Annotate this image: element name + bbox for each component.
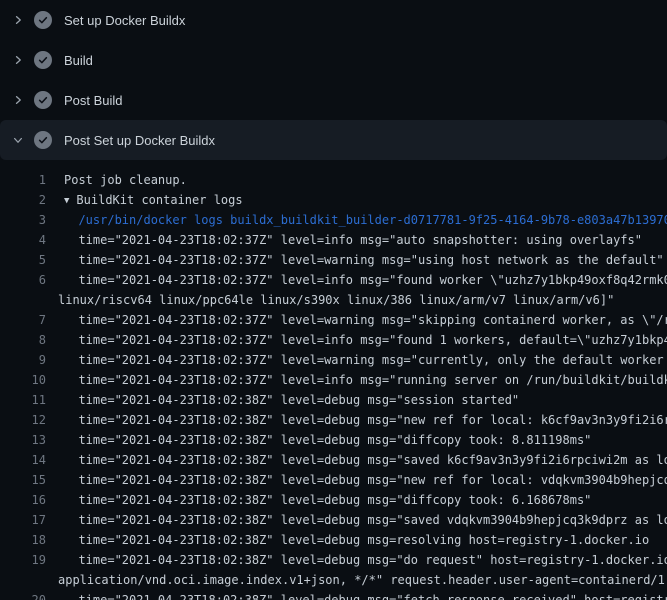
log-line-number bbox=[0, 570, 46, 590]
step-label: Set up Docker Buildx bbox=[64, 13, 185, 28]
log-line-number[interactable]: 13 bbox=[0, 430, 46, 450]
step-list: Set up Docker Buildx Build Post Build bbox=[0, 0, 667, 160]
log-line: 1 Post job cleanup. bbox=[0, 170, 667, 190]
log-lines: 1 Post job cleanup. 2 ▼BuildKit container l… bbox=[0, 160, 667, 600]
check-circle-icon bbox=[34, 51, 52, 69]
log-line: 15 time="2021-04-23T18:02:38Z" level=deb… bbox=[0, 470, 667, 490]
log-text: time="2021-04-23T18:02:37Z" level=warnin… bbox=[64, 250, 664, 270]
log-line-number[interactable]: 19 bbox=[0, 550, 46, 570]
step-row-set-up-docker-buildx[interactable]: Set up Docker Buildx bbox=[0, 0, 667, 40]
log-line-number[interactable]: 8 bbox=[0, 330, 46, 350]
step-row-post-build[interactable]: Post Build bbox=[0, 80, 667, 120]
chevron-down-icon[interactable] bbox=[10, 132, 26, 148]
log-line-number[interactable]: 10 bbox=[0, 370, 46, 390]
log-text: time="2021-04-23T18:02:38Z" level=debug … bbox=[64, 550, 667, 570]
log-text: time="2021-04-23T18:02:37Z" level=info m… bbox=[64, 370, 667, 390]
log-text: time="2021-04-23T18:02:38Z" level=debug … bbox=[64, 590, 667, 600]
log-text: time="2021-04-23T18:02:37Z" level=info m… bbox=[64, 230, 642, 250]
log-text: Post job cleanup. bbox=[64, 170, 187, 190]
log-line: 16 time="2021-04-23T18:02:38Z" level=deb… bbox=[0, 490, 667, 510]
log-text: time="2021-04-23T18:02:37Z" level=warnin… bbox=[64, 310, 667, 330]
log-line: 9 time="2021-04-23T18:02:37Z" level=warn… bbox=[0, 350, 667, 370]
log-line-number[interactable]: 14 bbox=[0, 450, 46, 470]
log-line: 5 time="2021-04-23T18:02:37Z" level=warn… bbox=[0, 250, 667, 270]
log-line-number[interactable]: 17 bbox=[0, 510, 46, 530]
log-line-number[interactable]: 20 bbox=[0, 590, 46, 600]
log-line-number[interactable]: 6 bbox=[0, 270, 46, 290]
check-circle-icon bbox=[34, 131, 52, 149]
log-text: time="2021-04-23T18:02:38Z" level=debug … bbox=[64, 490, 591, 510]
log-text: time="2021-04-23T18:02:38Z" level=debug … bbox=[64, 510, 667, 530]
log-line: 7 time="2021-04-23T18:02:37Z" level=warn… bbox=[0, 310, 667, 330]
log-line: linux/riscv64 linux/ppc64le linux/s390x … bbox=[0, 290, 667, 310]
log-line-number bbox=[0, 290, 46, 310]
log-line-number[interactable]: 15 bbox=[0, 470, 46, 490]
log-line-number[interactable]: 9 bbox=[0, 350, 46, 370]
log-text: time="2021-04-23T18:02:37Z" level=info m… bbox=[64, 330, 667, 350]
check-circle-icon bbox=[34, 91, 52, 109]
log-text: application/vnd.oci.image.index.v1+json,… bbox=[58, 570, 667, 590]
log-line: 13 time="2021-04-23T18:02:38Z" level=deb… bbox=[0, 430, 667, 450]
log-line: 11 time="2021-04-23T18:02:38Z" level=deb… bbox=[0, 390, 667, 410]
log-line: 12 time="2021-04-23T18:02:38Z" level=deb… bbox=[0, 410, 667, 430]
log-line: application/vnd.oci.image.index.v1+json,… bbox=[0, 570, 667, 590]
log-line: 14 time="2021-04-23T18:02:38Z" level=deb… bbox=[0, 450, 667, 470]
log-text: time="2021-04-23T18:02:38Z" level=debug … bbox=[64, 390, 519, 410]
log-line: 18 time="2021-04-23T18:02:38Z" level=deb… bbox=[0, 530, 667, 550]
log-line-number[interactable]: 1 bbox=[0, 170, 46, 190]
log-text: time="2021-04-23T18:02:38Z" level=debug … bbox=[64, 530, 649, 550]
log-line: 2 ▼BuildKit container logs bbox=[0, 190, 667, 210]
step-row-build[interactable]: Build bbox=[0, 40, 667, 80]
log-line-number[interactable]: 2 bbox=[0, 190, 46, 210]
log-text: linux/riscv64 linux/ppc64le linux/s390x … bbox=[58, 290, 614, 310]
log-text: time="2021-04-23T18:02:37Z" level=info m… bbox=[64, 270, 667, 290]
log-text: time="2021-04-23T18:02:38Z" level=debug … bbox=[64, 410, 667, 430]
log-line-number[interactable]: 3 bbox=[0, 210, 46, 230]
workflow-log-viewer: Set up Docker Buildx Build Post Build bbox=[0, 0, 667, 600]
log-line: 8 time="2021-04-23T18:02:37Z" level=info… bbox=[0, 330, 667, 350]
step-label: Build bbox=[64, 53, 93, 68]
log-line: 3 /usr/bin/docker logs buildx_buildkit_b… bbox=[0, 210, 667, 230]
log-line-number[interactable]: 18 bbox=[0, 530, 46, 550]
log-line: 10 time="2021-04-23T18:02:37Z" level=inf… bbox=[0, 370, 667, 390]
log-line-number[interactable]: 11 bbox=[0, 390, 46, 410]
log-command-text[interactable]: /usr/bin/docker logs buildx_buildkit_bui… bbox=[64, 210, 667, 230]
log-text: time="2021-04-23T18:02:37Z" level=warnin… bbox=[64, 350, 667, 370]
log-text: time="2021-04-23T18:02:38Z" level=debug … bbox=[64, 470, 667, 490]
chevron-right-icon[interactable] bbox=[10, 92, 26, 108]
log-line-number[interactable]: 5 bbox=[0, 250, 46, 270]
log-line-number[interactable]: 12 bbox=[0, 410, 46, 430]
log-text: time="2021-04-23T18:02:38Z" level=debug … bbox=[64, 450, 667, 470]
triangle-down-icon[interactable]: ▼ bbox=[64, 196, 69, 206]
log-line: 17 time="2021-04-23T18:02:38Z" level=deb… bbox=[0, 510, 667, 530]
log-line: 20 time="2021-04-23T18:02:38Z" level=deb… bbox=[0, 590, 667, 600]
log-line-number[interactable]: 16 bbox=[0, 490, 46, 510]
log-line: 4 time="2021-04-23T18:02:37Z" level=info… bbox=[0, 230, 667, 250]
chevron-right-icon[interactable] bbox=[10, 52, 26, 68]
log-line-number[interactable]: 7 bbox=[0, 310, 46, 330]
log-line-number[interactable]: 4 bbox=[0, 230, 46, 250]
log-text: time="2021-04-23T18:02:38Z" level=debug … bbox=[64, 430, 591, 450]
step-label: Post Build bbox=[64, 93, 123, 108]
log-line: 19 time="2021-04-23T18:02:38Z" level=deb… bbox=[0, 550, 667, 570]
step-row-post-set-up-docker-buildx[interactable]: Post Set up Docker Buildx bbox=[0, 120, 667, 160]
log-text: ▼BuildKit container logs bbox=[64, 190, 243, 210]
log-line: 6 time="2021-04-23T18:02:37Z" level=info… bbox=[0, 270, 667, 290]
check-circle-icon bbox=[34, 11, 52, 29]
chevron-right-icon[interactable] bbox=[10, 12, 26, 28]
step-label: Post Set up Docker Buildx bbox=[64, 133, 215, 148]
